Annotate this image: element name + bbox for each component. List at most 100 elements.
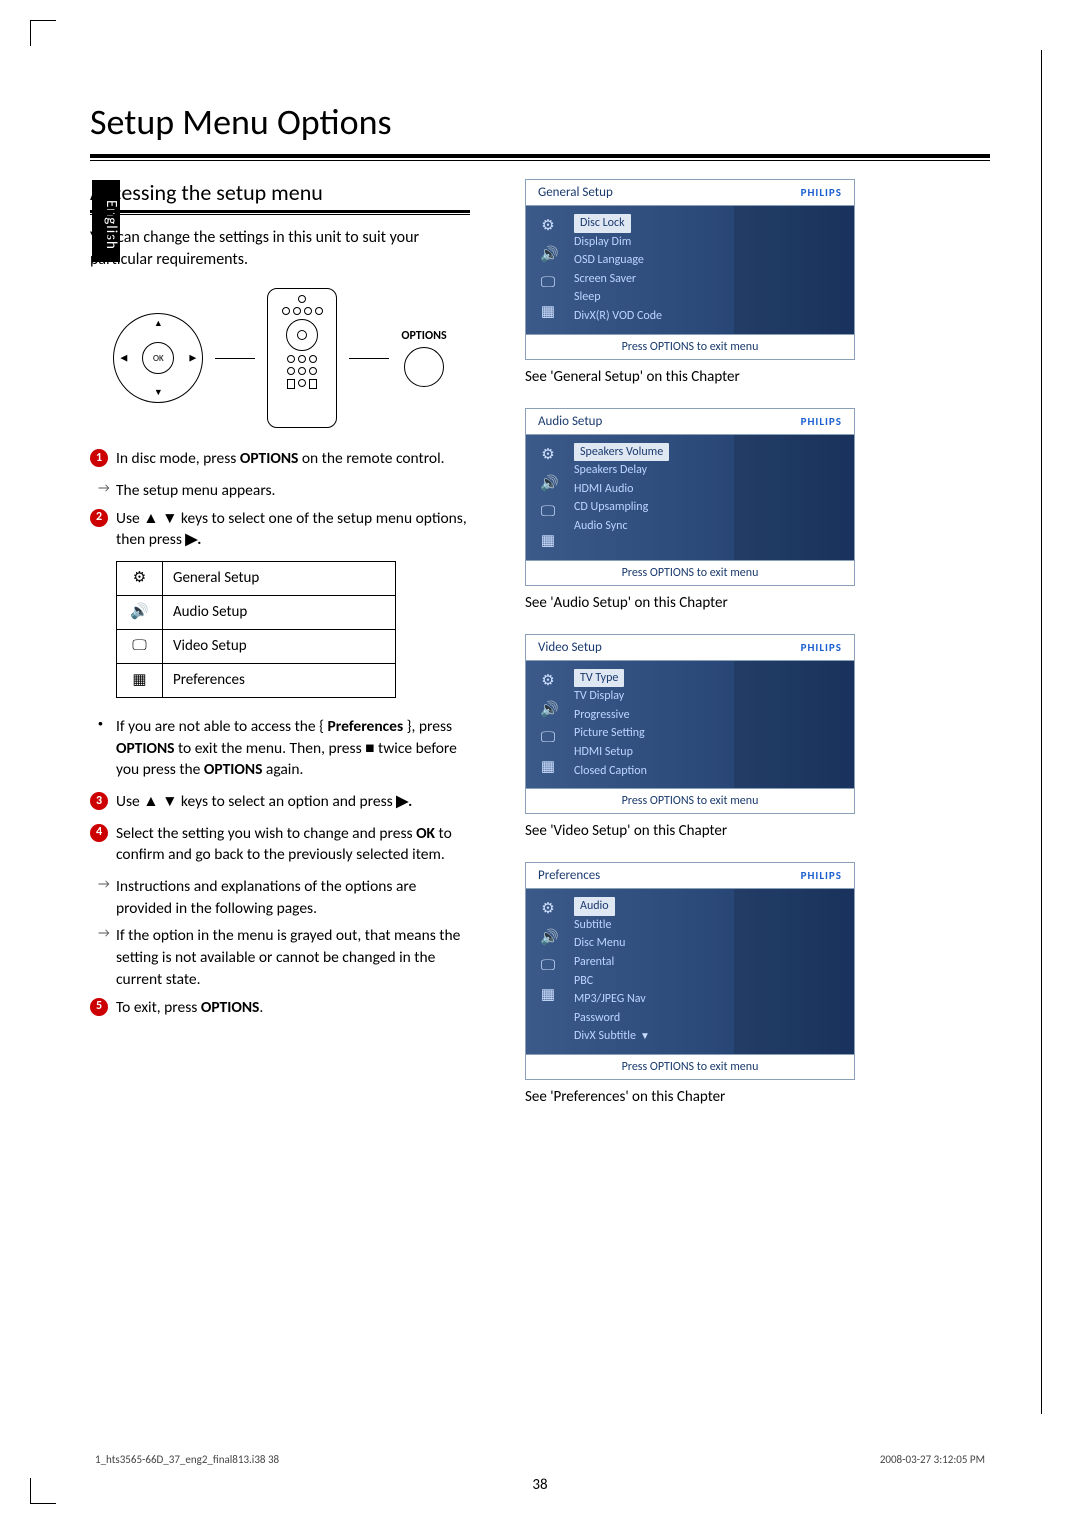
step-3-text-b: keys to select an option and press: [177, 792, 396, 811]
step-4-sub1: Instructions and explanations of the opt…: [90, 876, 470, 919]
note-a: If you are not able to access the {: [116, 717, 328, 736]
intro-text: You can change the settings in this unit…: [90, 227, 470, 270]
step-2: 2 Use ▲ ▼ keys to select one of the setu…: [90, 508, 470, 551]
menu-caption: See 'Preferences' on this Chapter: [525, 1088, 855, 1106]
table-row: ⚙General Setup: [117, 561, 396, 595]
osd-menu-item: Sleep: [574, 288, 734, 307]
step-5: 5 To exit, press OPTIONS.: [90, 997, 470, 1019]
osd-menu-item: Picture Setting: [574, 724, 734, 743]
step-2-text-a: Use: [116, 509, 143, 528]
step-2-keys: ▲ ▼: [143, 509, 177, 528]
step-number-icon: 5: [90, 998, 108, 1016]
osd-sidebar: ⚙ 🔊 🖵 ▦: [526, 661, 570, 789]
left-column: Accessing the setup menu You can change …: [90, 179, 470, 1128]
category-label: Preferences: [163, 663, 396, 697]
osd-menu-item: DivX(R) VOD Code: [574, 307, 734, 326]
remote-dot-icon: [282, 307, 290, 315]
step-1-text-a: In disc mode, press: [116, 449, 240, 468]
step-number-icon: 1: [90, 449, 108, 467]
osd-sidebar-icon: 🖵: [540, 503, 556, 521]
preferences-note: If you are not able to access the { Pref…: [90, 716, 470, 781]
osd-sidebar-icon: ▦: [540, 757, 556, 776]
osd-menu-item: Progressive: [574, 706, 734, 725]
table-row: 🖵Video Setup: [117, 629, 396, 663]
note-options-2: OPTIONS: [204, 760, 263, 779]
step-number-icon: 4: [90, 824, 108, 842]
brand-logo: PHILIPS: [801, 415, 842, 428]
table-row: 🔊Audio Setup: [117, 595, 396, 629]
osd-sidebar-icon: ⚙: [540, 445, 556, 464]
osd-menu-right-panel: [734, 206, 854, 334]
osd-sidebar-icon: 🔊: [540, 245, 556, 264]
diagram-connector-right: [349, 358, 389, 359]
osd-sidebar: ⚙🔊🖵▦: [526, 435, 570, 560]
steps-list: 1 In disc mode, press OPTIONS on the rem…: [90, 448, 470, 1018]
osd-menu-body: ⚙🔊🖵▦Disc LockDisplay DimOSD LanguageScre…: [526, 206, 854, 334]
osd-menu-item-highlight: TV Type: [574, 669, 624, 688]
remote-body-outline: [267, 288, 337, 428]
menu-caption: See 'Video Setup' on this Chapter: [525, 822, 855, 840]
brand-logo: PHILIPS: [801, 869, 842, 882]
osd-sidebar-icon: 🔊: [540, 700, 556, 719]
options-label: OPTIONS: [401, 329, 446, 343]
osd-sidebar: ⚙🔊🖵▦: [526, 889, 570, 1054]
osd-sidebar-icon: ⚙: [540, 899, 556, 918]
osd-menu-item: Subtitle: [574, 916, 734, 935]
page-side-rule: [1041, 50, 1042, 1414]
step-3-key2: ▶.: [396, 792, 412, 811]
osd-menu-item: Screen Saver: [574, 270, 734, 289]
dpad-left-icon: ◀: [120, 353, 127, 364]
osd-menu-item: Closed Caption: [574, 762, 734, 781]
osd-sidebar-icon: ⚙: [540, 671, 556, 690]
step-3-text-a: Use: [116, 792, 143, 811]
remote-dot-icon: [309, 355, 317, 363]
step-4-text-a: Select the setting you wish to change an…: [116, 824, 416, 843]
osd-menu-footer: Press OPTIONS to exit menu: [526, 788, 854, 813]
diagram-connector-left: [215, 358, 255, 359]
right-column: General SetupPHILIPS⚙🔊🖵▦Disc LockDisplay…: [525, 179, 855, 1128]
footer-right: 2008-03-27 3:12:05 PM: [880, 1453, 985, 1466]
remote-dot-icon: [298, 355, 306, 363]
step-5-text-a: To exit, press: [116, 998, 201, 1017]
osd-menu-item: HDMI Audio: [574, 480, 734, 499]
osd-menu-item: Display Dim: [574, 233, 734, 252]
remote-dot-icon: [287, 367, 295, 375]
crop-mark-bottom-left: [30, 1478, 56, 1504]
brand-logo: PHILIPS: [801, 641, 842, 654]
osd-menu-right-panel: [734, 889, 854, 1054]
osd-menu-item: Disc Menu: [574, 934, 734, 953]
page-title: Setup Menu Options: [90, 100, 990, 144]
remote-dot-icon: [304, 307, 312, 315]
osd-sidebar-icon: 🖵: [540, 729, 556, 747]
osd-menu-right-panel: [734, 661, 854, 789]
note-c: }, press: [403, 717, 452, 736]
remote-nav-disc-icon: [286, 319, 318, 351]
osd-menu-screenshot: Video SetupPHILIPS⚙🔊🖵▦TV TypeTV DisplayP…: [525, 634, 855, 815]
osd-menu-title: Preferences: [538, 868, 600, 883]
step-number-icon: 3: [90, 792, 108, 810]
osd-menu-item-highlight: Speakers Volume: [574, 443, 669, 462]
more-arrow-icon: ▼: [640, 1029, 650, 1042]
osd-menu-item: Speakers Delay: [574, 461, 734, 480]
note-preferences: Preferences: [328, 717, 404, 736]
remote-rect-icon: [309, 379, 317, 389]
osd-menu-item: OSD Language: [574, 251, 734, 270]
osd-menu-right-panel: [734, 435, 854, 560]
osd-sidebar-icon: 🔊: [540, 928, 556, 947]
category-icon: 🔊: [117, 595, 163, 629]
category-label: General Setup: [163, 561, 396, 595]
remote-dot-icon: [298, 379, 306, 387]
osd-menu-body: ⚙🔊🖵▦Speakers VolumeSpeakers DelayHDMI Au…: [526, 435, 854, 560]
remote-diagram: ▲ ▼ ◀ ▶ OK OPTIONS: [90, 288, 470, 428]
dpad-right-icon: ▶: [189, 353, 196, 364]
osd-menu-title-bar: General SetupPHILIPS: [526, 180, 854, 206]
osd-menu-screenshot: PreferencesPHILIPS⚙🔊🖵▦AudioSubtitleDisc …: [525, 862, 855, 1080]
osd-menu-item: TV Type: [574, 669, 734, 688]
category-label: Audio Setup: [163, 595, 396, 629]
menu-caption: See 'Audio Setup' on this Chapter: [525, 594, 855, 612]
osd-menu-item: CD Upsampling: [574, 498, 734, 517]
page-number: 38: [532, 1476, 547, 1494]
footer-left: 1_hts3565-66D_37_eng2_final813.i38 38: [95, 1453, 279, 1466]
osd-menu-item: Password: [574, 1009, 734, 1028]
category-icon: ⚙: [117, 561, 163, 595]
